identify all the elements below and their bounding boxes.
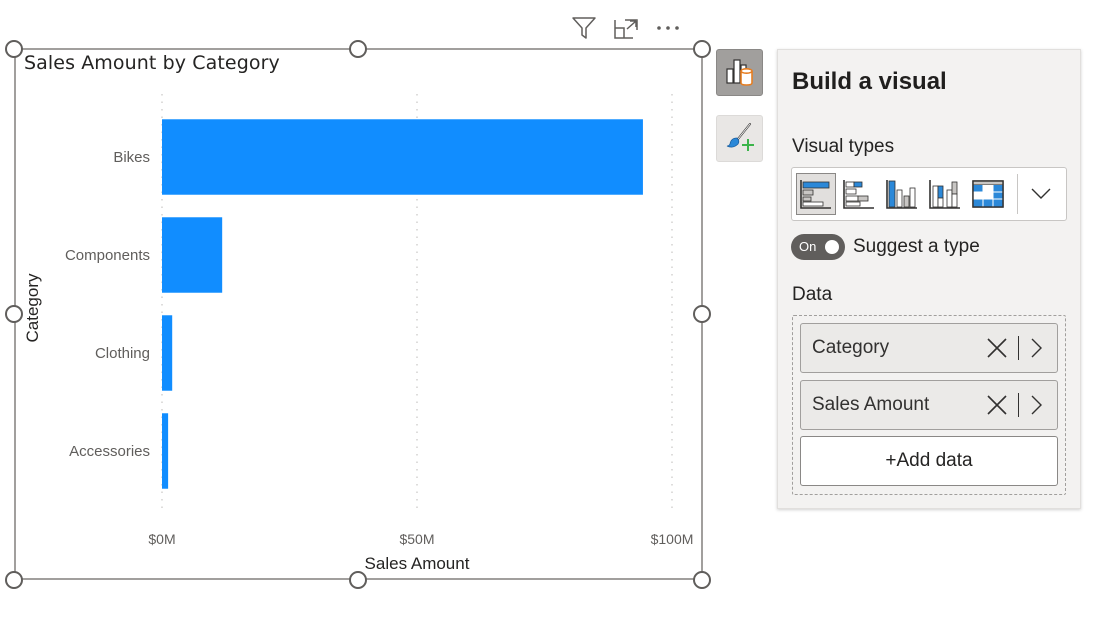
clustered-bar-chart-icon [843, 180, 874, 209]
y-category-label: Components [65, 247, 150, 264]
pill-divider [1018, 336, 1019, 360]
resize-handle-bottom-left[interactable] [5, 571, 23, 589]
stacked-bar-chart-icon [800, 180, 831, 209]
format-visual-button[interactable] [716, 115, 763, 162]
expand-field-button[interactable] [1025, 333, 1049, 363]
data-label: Data [792, 284, 833, 305]
resize-handle-bottom-center[interactable] [349, 571, 367, 589]
resize-handle-middle-left[interactable] [5, 305, 23, 323]
resize-handle-top-left[interactable] [5, 40, 23, 58]
bar-accessories [162, 413, 169, 489]
field-pill-sales-amount[interactable]: Sales Amount [800, 380, 1058, 430]
y-category-label: Bikes [113, 149, 150, 166]
bar-chart: $0M $50M $100M Bikes Components Clothing Acces… [23, 94, 694, 573]
toggle-state-label: On [799, 239, 817, 254]
toggle-knob [825, 240, 839, 254]
visual-type-stacked-bar-chart[interactable] [796, 173, 836, 215]
bar-components [162, 217, 223, 293]
expand-field-button[interactable] [1025, 390, 1049, 420]
chevron-right-icon [1031, 338, 1042, 358]
suggest-type-toggle[interactable]: On [791, 234, 845, 260]
bar-bikes [162, 119, 643, 195]
build-visual-pane: Build a visual Visual types On Suggest a… [777, 49, 1081, 509]
remove-field-button[interactable] [982, 333, 1012, 363]
resize-handle-bottom-right[interactable] [693, 571, 711, 589]
x-tick-label: $100M [651, 531, 694, 547]
visual-types-label: Visual types [792, 136, 895, 157]
data-well[interactable]: Category Sales Amount +Add data [792, 315, 1066, 495]
visual-header [570, 14, 682, 42]
chevron-right-icon [1031, 395, 1042, 415]
visual-type-table[interactable] [968, 173, 1008, 215]
suggest-type-label: Suggest a type [853, 236, 980, 257]
x-axis-title: Sales Amount [365, 554, 470, 573]
field-pill-category[interactable]: Category [800, 323, 1058, 373]
pill-divider [1018, 393, 1019, 417]
remove-field-button[interactable] [982, 390, 1012, 420]
y-category-label: Accessories [69, 443, 150, 460]
build-visual-button[interactable] [716, 49, 763, 96]
close-icon [987, 338, 1007, 358]
visual-type-clustered-column-chart[interactable] [925, 173, 965, 215]
more-options-icon[interactable] [654, 14, 682, 42]
x-tick-label: $50M [399, 531, 434, 547]
y-axis-title: Category [23, 273, 42, 342]
visual-container[interactable]: Sales Amount by Category $0M $50M $100M Bik… [14, 48, 703, 580]
x-tick-label: $0M [148, 531, 175, 547]
filter-icon[interactable] [570, 14, 598, 42]
suggest-type-row: On Suggest a type [791, 234, 980, 260]
field-name: Category [812, 337, 890, 358]
visual-type-clustered-bar-chart[interactable] [839, 173, 879, 215]
pane-title: Build a visual [792, 68, 947, 95]
y-category-label: Clothing [95, 345, 150, 362]
build-visual-icon [724, 55, 756, 91]
field-name: Sales Amount [812, 394, 930, 415]
clustered-column-chart-icon [929, 180, 960, 209]
stacked-column-chart-icon [886, 180, 917, 209]
format-visual-icon [724, 121, 756, 157]
bar-clothing [162, 315, 173, 391]
chevron-down-icon [1031, 188, 1051, 199]
close-icon [987, 395, 1007, 415]
visual-types-gallery [791, 167, 1067, 221]
add-data-button[interactable]: +Add data [800, 436, 1058, 486]
visual-type-stacked-column-chart[interactable] [882, 173, 922, 215]
focus-mode-icon[interactable] [612, 14, 640, 42]
resize-handle-top-center[interactable] [349, 40, 367, 58]
table-icon [972, 180, 1004, 208]
resize-handle-top-right[interactable] [693, 40, 711, 58]
more-visual-types-button[interactable] [1018, 173, 1064, 215]
resize-handle-middle-right[interactable] [693, 305, 711, 323]
